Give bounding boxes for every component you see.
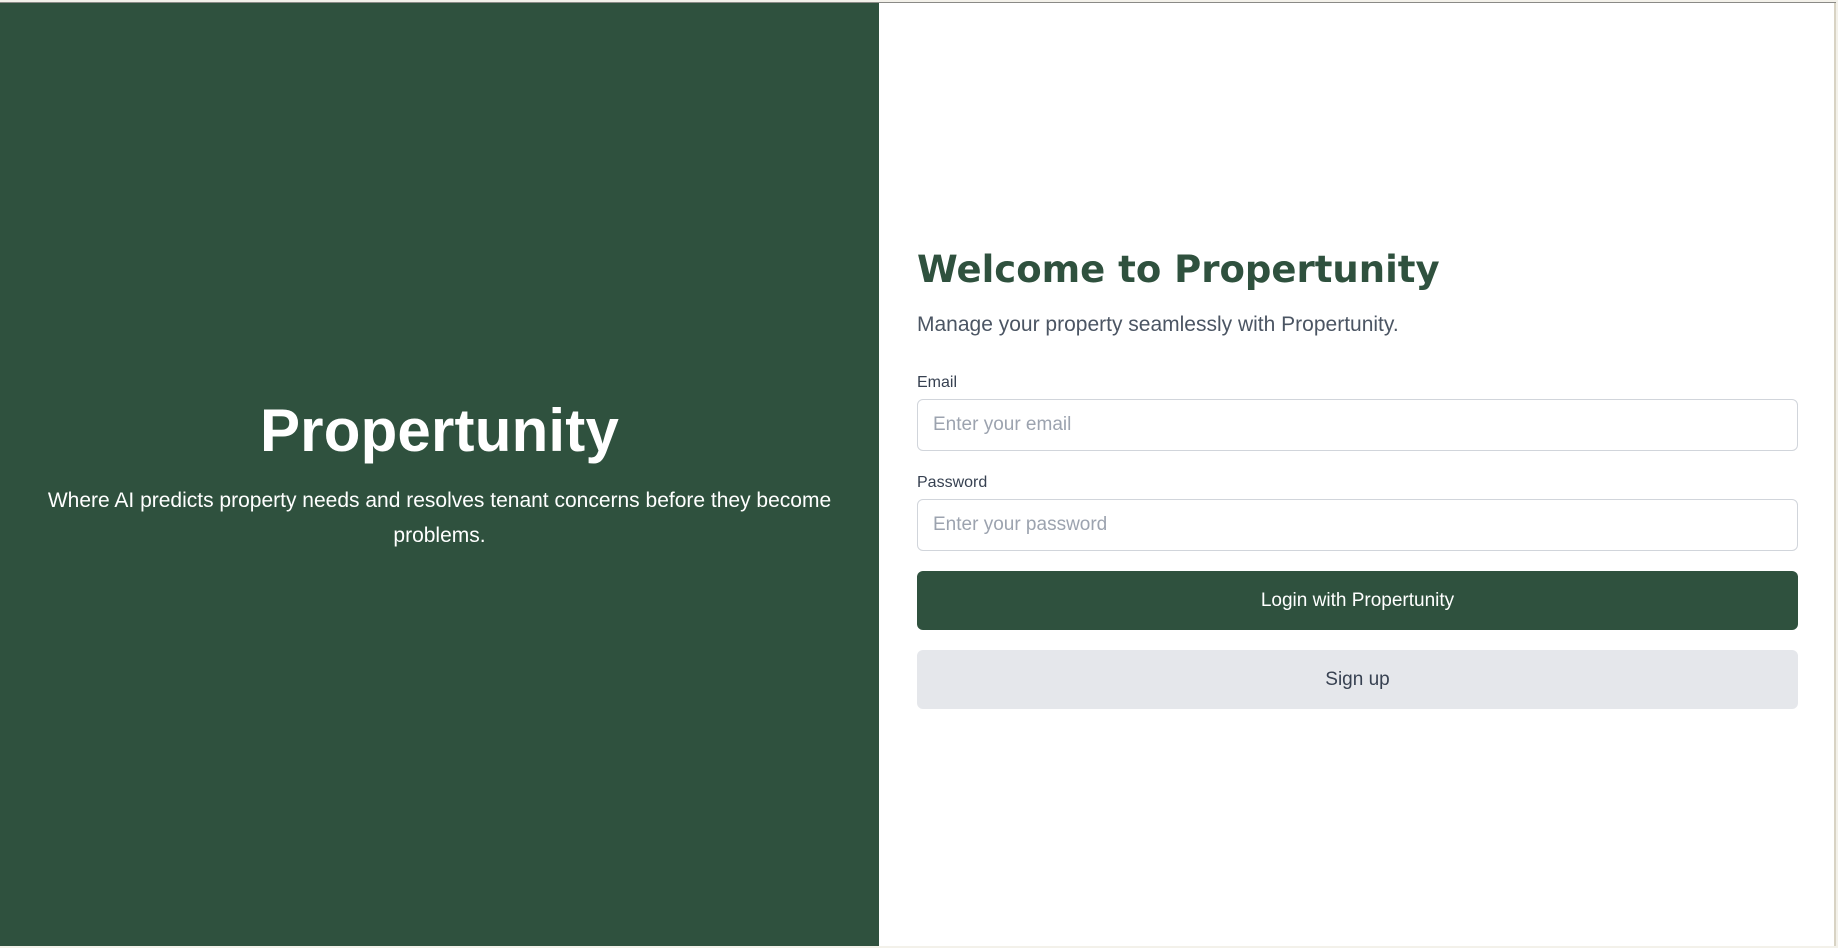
hero-panel: Propertunity Where AI predicts property … [0,3,879,946]
password-field[interactable] [917,499,1798,551]
email-field[interactable] [917,399,1798,451]
welcome-heading: Welcome to Propertunity [917,248,1440,291]
login-panel: Welcome to Propertunity Manage your prop… [879,3,1836,946]
hero-title: Propertunity [259,397,620,464]
app-window: Propertunity Where AI predicts property … [0,2,1836,946]
password-label: Password [917,474,988,491]
hero-tagline: Where AI predicts property needs and res… [47,489,832,547]
welcome-subtitle: Manage your property seamlessly with Pro… [917,313,1399,336]
login-button[interactable]: Login with Propertunity [917,571,1798,630]
email-label: Email [917,374,958,391]
signup-button[interactable]: Sign up [917,650,1798,709]
login-form: Welcome to Propertunity Manage your prop… [917,246,1798,709]
